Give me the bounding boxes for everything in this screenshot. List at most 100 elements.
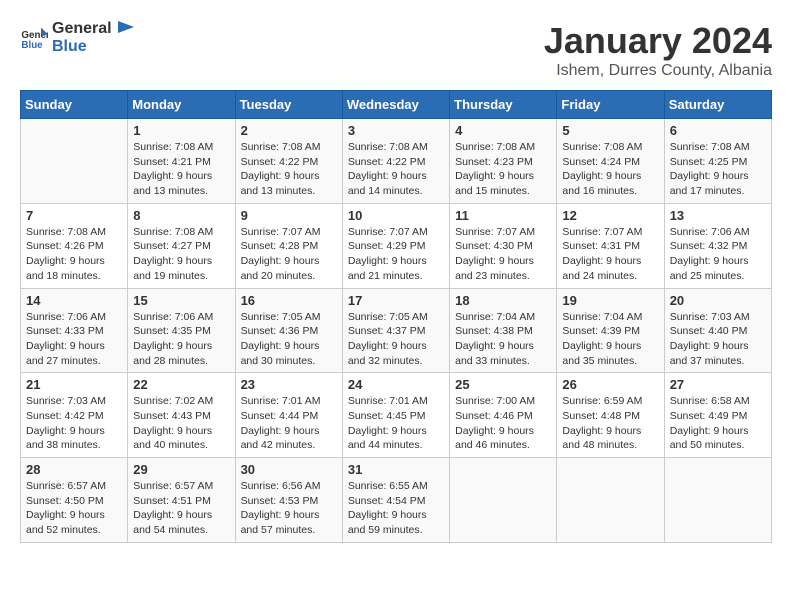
day-number: 22 <box>133 377 229 392</box>
calendar-cell: 14 Sunrise: 7:06 AM Sunset: 4:33 PM Dayli… <box>21 288 128 373</box>
day-header-tuesday: Tuesday <box>235 91 342 119</box>
day-number: 24 <box>348 377 444 392</box>
day-number: 30 <box>241 462 337 477</box>
day-number: 23 <box>241 377 337 392</box>
calendar-cell: 17 Sunrise: 7:05 AM Sunset: 4:37 PM Dayli… <box>342 288 449 373</box>
cell-content: Sunrise: 7:08 AM Sunset: 4:21 PM Dayligh… <box>133 140 229 199</box>
calendar-cell: 1 Sunrise: 7:08 AM Sunset: 4:21 PM Daylig… <box>128 119 235 204</box>
calendar-cell: 9Sunrise: 7:07 AM Sunset: 4:28 PM Daylig… <box>235 203 342 288</box>
day-header-saturday: Saturday <box>664 91 771 119</box>
calendar-cell: 5 Sunrise: 7:08 AM Sunset: 4:24 PM Daylig… <box>557 119 664 204</box>
day-number: 12 <box>562 208 658 223</box>
cell-content: Sunrise: 7:06 AM Sunset: 4:32 PM Dayligh… <box>670 225 766 284</box>
cell-content: Sunrise: 7:06 AM Sunset: 4:33 PM Dayligh… <box>26 310 122 369</box>
cell-content: Sunrise: 7:08 AM Sunset: 4:25 PM Dayligh… <box>670 140 766 199</box>
day-number: 10 <box>348 208 444 223</box>
calendar-cell: 12 Sunrise: 7:07 AM Sunset: 4:31 PM Dayli… <box>557 203 664 288</box>
cell-content: Sunrise: 6:59 AM Sunset: 4:48 PM Dayligh… <box>562 394 658 453</box>
svg-text:Blue: Blue <box>21 39 43 50</box>
day-number: 17 <box>348 293 444 308</box>
calendar-cell: 11 Sunrise: 7:07 AM Sunset: 4:30 PM Dayli… <box>450 203 557 288</box>
page-header: General Blue General Blue January 2024 I… <box>20 20 772 80</box>
calendar-header-row: SundayMondayTuesdayWednesdayThursdayFrid… <box>21 91 772 119</box>
calendar-cell: 8 Sunrise: 7:08 AM Sunset: 4:27 PM Daylig… <box>128 203 235 288</box>
cell-content: Sunrise: 7:08 AM Sunset: 4:22 PM Dayligh… <box>348 140 444 199</box>
day-number: 11 <box>455 208 551 223</box>
day-number: 1 <box>133 123 229 138</box>
day-number: 21 <box>26 377 122 392</box>
calendar-week-row: 14 Sunrise: 7:06 AM Sunset: 4:33 PM Dayli… <box>21 288 772 373</box>
calendar-cell: 29 Sunrise: 6:57 AM Sunset: 4:51 PM Dayli… <box>128 458 235 543</box>
day-number: 4 <box>455 123 551 138</box>
cell-content: Sunrise: 7:07 AM Sunset: 4:30 PM Dayligh… <box>455 225 551 284</box>
day-number: 5 <box>562 123 658 138</box>
month-title: January 2024 <box>544 20 772 62</box>
calendar-cell: 15 Sunrise: 7:06 AM Sunset: 4:35 PM Dayli… <box>128 288 235 373</box>
cell-content: Sunrise: 7:08 AM Sunset: 4:24 PM Dayligh… <box>562 140 658 199</box>
calendar-cell: 4 Sunrise: 7:08 AM Sunset: 4:23 PM Daylig… <box>450 119 557 204</box>
cell-content: Sunrise: 6:57 AM Sunset: 4:51 PM Dayligh… <box>133 479 229 538</box>
logo-blue-text: Blue <box>52 38 134 56</box>
calendar-cell: 28Sunrise: 6:57 AM Sunset: 4:50 PM Dayli… <box>21 458 128 543</box>
calendar-cell: 21Sunrise: 7:03 AM Sunset: 4:42 PM Dayli… <box>21 373 128 458</box>
day-number: 6 <box>670 123 766 138</box>
logo-flag-icon <box>116 21 134 37</box>
cell-content: Sunrise: 7:08 AM Sunset: 4:23 PM Dayligh… <box>455 140 551 199</box>
logo-icon: General Blue <box>20 24 48 52</box>
calendar-week-row: 28Sunrise: 6:57 AM Sunset: 4:50 PM Dayli… <box>21 458 772 543</box>
day-number: 19 <box>562 293 658 308</box>
day-number: 25 <box>455 377 551 392</box>
cell-content: Sunrise: 7:05 AM Sunset: 4:36 PM Dayligh… <box>241 310 337 369</box>
cell-content: Sunrise: 7:01 AM Sunset: 4:45 PM Dayligh… <box>348 394 444 453</box>
cell-content: Sunrise: 7:08 AM Sunset: 4:27 PM Dayligh… <box>133 225 229 284</box>
day-header-thursday: Thursday <box>450 91 557 119</box>
day-number: 31 <box>348 462 444 477</box>
calendar-cell: 3 Sunrise: 7:08 AM Sunset: 4:22 PM Daylig… <box>342 119 449 204</box>
logo: General Blue General Blue <box>20 20 134 55</box>
cell-content: Sunrise: 7:03 AM Sunset: 4:40 PM Dayligh… <box>670 310 766 369</box>
day-number: 26 <box>562 377 658 392</box>
cell-content: Sunrise: 7:06 AM Sunset: 4:35 PM Dayligh… <box>133 310 229 369</box>
day-number: 29 <box>133 462 229 477</box>
calendar-cell: 24 Sunrise: 7:01 AM Sunset: 4:45 PM Dayli… <box>342 373 449 458</box>
day-header-monday: Monday <box>128 91 235 119</box>
calendar-cell: 27 Sunrise: 6:58 AM Sunset: 4:49 PM Dayli… <box>664 373 771 458</box>
day-number: 8 <box>133 208 229 223</box>
logo-general-text: General <box>52 20 134 38</box>
calendar-cell: 19 Sunrise: 7:04 AM Sunset: 4:39 PM Dayli… <box>557 288 664 373</box>
calendar-cell: 6 Sunrise: 7:08 AM Sunset: 4:25 PM Daylig… <box>664 119 771 204</box>
calendar-cell: 20Sunrise: 7:03 AM Sunset: 4:40 PM Dayli… <box>664 288 771 373</box>
cell-content: Sunrise: 7:02 AM Sunset: 4:43 PM Dayligh… <box>133 394 229 453</box>
calendar-table: SundayMondayTuesdayWednesdayThursdayFrid… <box>20 90 772 543</box>
cell-content: Sunrise: 7:04 AM Sunset: 4:39 PM Dayligh… <box>562 310 658 369</box>
day-number: 13 <box>670 208 766 223</box>
calendar-cell <box>664 458 771 543</box>
cell-content: Sunrise: 7:08 AM Sunset: 4:26 PM Dayligh… <box>26 225 122 284</box>
day-header-wednesday: Wednesday <box>342 91 449 119</box>
calendar-cell: 7Sunrise: 7:08 AM Sunset: 4:26 PM Daylig… <box>21 203 128 288</box>
day-header-friday: Friday <box>557 91 664 119</box>
day-number: 15 <box>133 293 229 308</box>
calendar-cell: 16 Sunrise: 7:05 AM Sunset: 4:36 PM Dayli… <box>235 288 342 373</box>
calendar-cell: 30Sunrise: 6:56 AM Sunset: 4:53 PM Dayli… <box>235 458 342 543</box>
cell-content: Sunrise: 7:07 AM Sunset: 4:28 PM Dayligh… <box>241 225 337 284</box>
day-number: 14 <box>26 293 122 308</box>
cell-content: Sunrise: 7:08 AM Sunset: 4:22 PM Dayligh… <box>241 140 337 199</box>
day-header-sunday: Sunday <box>21 91 128 119</box>
day-number: 3 <box>348 123 444 138</box>
title-section: January 2024 Ishem, Durres County, Alban… <box>544 20 772 80</box>
calendar-body: 1 Sunrise: 7:08 AM Sunset: 4:21 PM Daylig… <box>21 119 772 543</box>
cell-content: Sunrise: 6:58 AM Sunset: 4:49 PM Dayligh… <box>670 394 766 453</box>
day-number: 16 <box>241 293 337 308</box>
calendar-cell: 25Sunrise: 7:00 AM Sunset: 4:46 PM Dayli… <box>450 373 557 458</box>
calendar-cell: 2Sunrise: 7:08 AM Sunset: 4:22 PM Daylig… <box>235 119 342 204</box>
calendar-week-row: 7Sunrise: 7:08 AM Sunset: 4:26 PM Daylig… <box>21 203 772 288</box>
cell-content: Sunrise: 7:07 AM Sunset: 4:31 PM Dayligh… <box>562 225 658 284</box>
calendar-cell <box>21 119 128 204</box>
calendar-cell: 13 Sunrise: 7:06 AM Sunset: 4:32 PM Dayli… <box>664 203 771 288</box>
cell-content: Sunrise: 7:05 AM Sunset: 4:37 PM Dayligh… <box>348 310 444 369</box>
day-number: 27 <box>670 377 766 392</box>
cell-content: Sunrise: 7:04 AM Sunset: 4:38 PM Dayligh… <box>455 310 551 369</box>
calendar-cell: 23Sunrise: 7:01 AM Sunset: 4:44 PM Dayli… <box>235 373 342 458</box>
calendar-cell: 10Sunrise: 7:07 AM Sunset: 4:29 PM Dayli… <box>342 203 449 288</box>
